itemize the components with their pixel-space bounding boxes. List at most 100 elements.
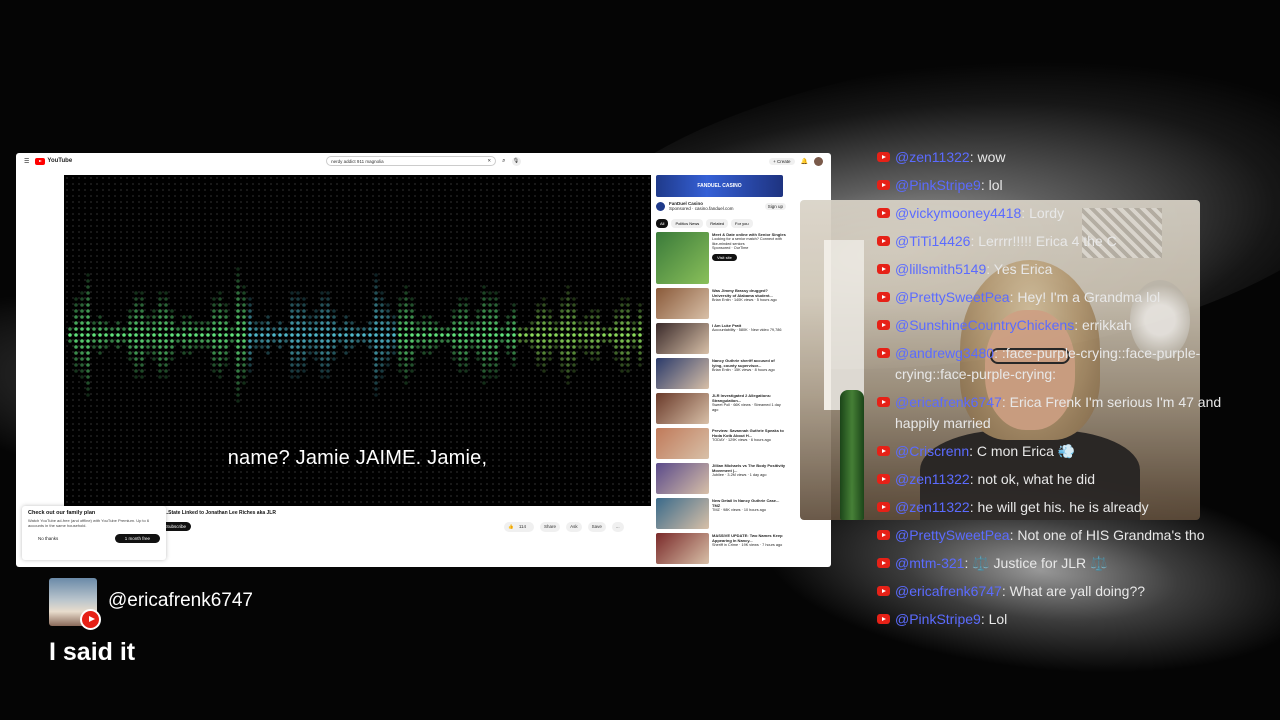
create-button[interactable]: + Create: [769, 157, 795, 165]
menu-icon[interactable]: ☰: [24, 158, 29, 165]
waveform-dot: [488, 339, 492, 343]
waveform-dot: [560, 345, 564, 349]
chat-username[interactable]: @SunshineCountryChickens: [895, 317, 1074, 333]
ad-sub: Sponsored · casino.fanduel.com: [669, 206, 734, 211]
ad-signup-button[interactable]: Sign up: [764, 202, 786, 210]
waveform-dot: [374, 363, 378, 367]
waveform-dot: [488, 303, 492, 307]
search-input[interactable]: nerdy addict 911 magnolia ✕: [326, 156, 497, 166]
rec-item[interactable]: MASSIVE UPDATE: Two Names Keep Appearing…: [656, 533, 786, 564]
waveform-dot: [494, 351, 498, 355]
rec-item[interactable]: Was Jimmy Brassy drugged? University of …: [656, 288, 786, 319]
waveform-dot: [488, 357, 492, 361]
rec-item[interactable]: I Am Luke Pratt Accountability · 580K · N…: [656, 323, 786, 354]
no-thanks-button[interactable]: No thanks: [28, 534, 68, 543]
rec-item[interactable]: New Detail In Nancy Guthrie Case... TMZ T…: [656, 498, 786, 529]
waveform-dot: [212, 333, 216, 337]
chat-username[interactable]: @zen11322: [895, 471, 970, 487]
waveform-dot: [98, 333, 102, 337]
chat-username[interactable]: @lillsmith5149: [895, 261, 986, 277]
waveform-dot: [326, 309, 330, 313]
waveform-dot: [80, 297, 84, 301]
more-button[interactable]: ...: [611, 522, 624, 532]
waveform-dot: [260, 327, 264, 331]
waveform-dot: [398, 321, 402, 325]
chat-username[interactable]: @mtm-321: [895, 555, 964, 571]
waveform-dot: [242, 369, 246, 373]
rec-thumbnail[interactable]: [656, 463, 709, 494]
share-button[interactable]: Share: [540, 522, 561, 532]
sponsored-rec[interactable]: Meet & Date online with Senior Singles L…: [656, 232, 786, 284]
trial-button[interactable]: 1 month free: [114, 534, 160, 543]
chat-username[interactable]: @Criscrenn: [895, 443, 969, 459]
rec-item[interactable]: Preview: Savannah Guthrie Speaks to Hoda…: [656, 428, 786, 459]
waveform-dot: [200, 345, 204, 349]
search-icon[interactable]: ⌕: [502, 158, 505, 165]
youtube-logo[interactable]: YouTube: [35, 157, 72, 165]
clear-icon[interactable]: ✕: [487, 158, 491, 164]
chip-politics[interactable]: Politics News: [671, 219, 704, 228]
waveform-dot: [236, 267, 240, 271]
waveform-dot: [302, 315, 306, 319]
rec-thumbnail[interactable]: [656, 288, 709, 319]
rec-thumbnail[interactable]: [656, 498, 709, 529]
waveform-dot: [236, 303, 240, 307]
chat-username[interactable]: @vickymooney4418: [895, 205, 1021, 221]
chat-username[interactable]: @zen11322: [895, 149, 970, 165]
chat-username[interactable]: @TiTi14426: [895, 233, 970, 249]
waveform-dot: [380, 369, 384, 373]
rec-item[interactable]: Nancy Guthrie sheriff accused of lying, …: [656, 358, 786, 389]
save-button[interactable]: Save: [587, 522, 606, 532]
rec-thumbnail[interactable]: [656, 428, 709, 459]
rec-thumbnail[interactable]: [656, 232, 709, 284]
waveform-dot: [494, 345, 498, 349]
chip-for-you[interactable]: For you: [731, 219, 753, 228]
waveform-dot: [614, 357, 618, 361]
ad-banner[interactable]: FANDUEL CASINO: [656, 175, 783, 197]
waveform-dot: [452, 345, 456, 349]
rec-title: MASSIVE UPDATE: Two Names Keep Appearing…: [712, 533, 783, 543]
waveform-dot: [524, 327, 528, 331]
chat-username[interactable]: @PinkStripe9: [895, 611, 981, 627]
waveform-dot: [80, 315, 84, 319]
waveform-dot: [188, 327, 192, 331]
rec-item[interactable]: Jillian Michaels vs The Body Positivity …: [656, 463, 786, 494]
waveform-dot: [242, 309, 246, 313]
waveform-dot: [374, 303, 378, 307]
waveform-dot: [590, 309, 594, 313]
waveform-dot: [80, 291, 84, 295]
chat-username[interactable]: @PrettySweetPea: [895, 289, 1010, 305]
video-player[interactable]: name? Jamie JAIME. Jamie,: [64, 175, 651, 506]
ask-button[interactable]: Ask: [566, 522, 582, 532]
chat-username[interactable]: @PrettySweetPea: [895, 527, 1010, 543]
mic-icon[interactable]: 🎙: [511, 156, 521, 166]
waveform-dot: [512, 303, 516, 307]
chip-all[interactable]: All: [656, 219, 669, 228]
waveform-dot: [278, 345, 282, 349]
chat-username[interactable]: @ericafrenk6747: [895, 394, 1002, 410]
waveform-dot: [80, 351, 84, 355]
waveform-dot: [212, 309, 216, 313]
rec-sponsor: Sponsored · OurTime: [712, 246, 749, 251]
like-button[interactable]: 👍 114: [504, 522, 535, 532]
chat-username[interactable]: @zen11322: [895, 499, 970, 515]
rec-thumbnail[interactable]: [656, 393, 709, 424]
waveform-dot: [218, 303, 222, 307]
chip-related[interactable]: Related: [706, 219, 729, 228]
chat-username[interactable]: @andrewg3480: [895, 345, 994, 361]
visit-site-button[interactable]: Visit site: [712, 254, 737, 262]
rec-thumbnail[interactable]: [656, 358, 709, 389]
waveform-dot: [128, 357, 132, 361]
chat-username[interactable]: @PinkStripe9: [895, 177, 981, 193]
rec-thumbnail[interactable]: [656, 323, 709, 354]
waveform-dot: [482, 291, 486, 295]
waveform-dot: [548, 309, 552, 313]
rec-thumbnail[interactable]: [656, 533, 709, 564]
chat-username[interactable]: @ericafrenk6747: [895, 583, 1002, 599]
avatar[interactable]: [814, 156, 823, 166]
waveform-dot: [326, 369, 330, 373]
bell-icon[interactable]: 🔔: [801, 158, 808, 165]
waveform-dot: [542, 351, 546, 355]
advertiser-logo: [656, 201, 665, 211]
rec-item[interactable]: JLR Investigated 2 Allegations: Strangul…: [656, 393, 786, 424]
